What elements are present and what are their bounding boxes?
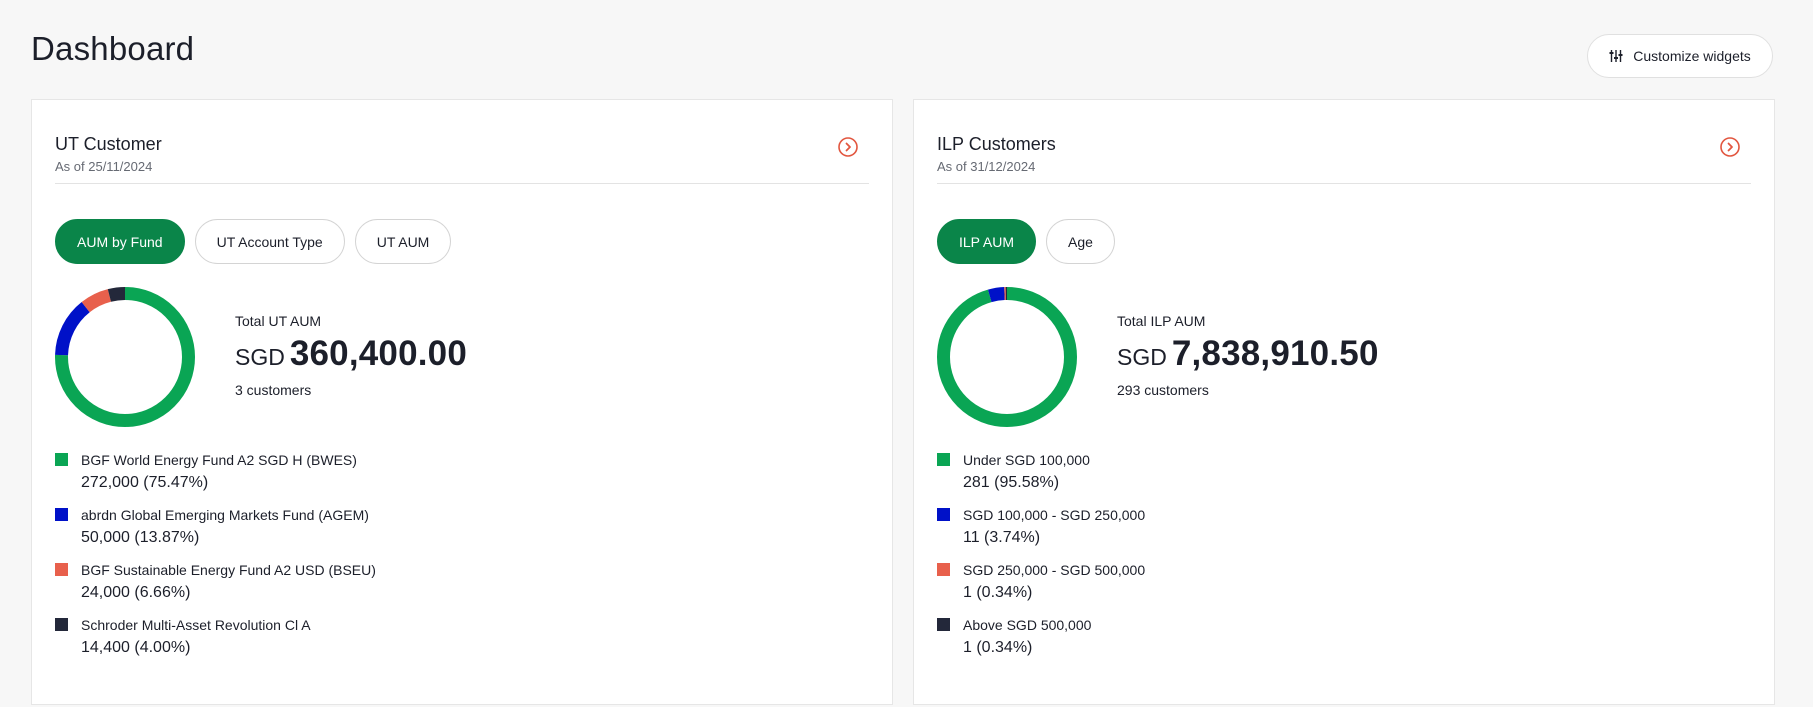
- legend-swatch: [937, 508, 950, 521]
- total-label: Total ILP AUM: [1117, 313, 1206, 329]
- legend-swatch: [55, 508, 68, 521]
- ut-customer-widget: UT Customer As of 25/11/2024 AUM by Fund…: [31, 99, 893, 705]
- ut-legend: BGF World Energy Fund A2 SGD H (BWES) 27…: [55, 451, 376, 671]
- legend-label: SGD 250,000 - SGD 500,000: [963, 562, 1146, 578]
- legend-swatch: [937, 563, 950, 576]
- legend-swatch: [937, 618, 950, 631]
- ilp-legend: Under SGD 100,000 281 (95.58%) SGD 100,0…: [937, 451, 1145, 671]
- tab-ut-aum[interactable]: UT AUM: [354, 219, 452, 264]
- legend-item: BGF Sustainable Energy Fund A2 USD (BSEU…: [55, 561, 376, 616]
- legend-swatch: [55, 453, 68, 466]
- ilp-summary: Total ILP AUM SGD 7,838,910.50 293 custo…: [1117, 313, 1379, 398]
- tab-age[interactable]: Age: [1046, 219, 1115, 264]
- legend-value: 14,400 (4.00%): [81, 639, 191, 656]
- legend-label: Above SGD 500,000: [963, 617, 1092, 633]
- legend-value: 50,000 (13.87%): [81, 529, 200, 546]
- legend-value: 11 (3.74%): [963, 529, 1041, 546]
- total-value: 7,838,910.50: [1171, 334, 1379, 373]
- currency-label: SGD: [1117, 344, 1167, 370]
- ut-summary: Total UT AUM SGD 360,400.00 3 customers: [235, 313, 467, 398]
- ilp-donut-chart: [937, 287, 1077, 427]
- total-label: Total UT AUM: [235, 313, 322, 329]
- legend-item: SGD 250,000 - SGD 500,000 1 (0.34%): [937, 561, 1145, 616]
- card-header: ILP Customers As of 31/12/2024: [937, 134, 1751, 184]
- ilp-customers-widget: ILP Customers As of 31/12/2024 ILP AUM A…: [913, 99, 1775, 705]
- legend-label: Under SGD 100,000: [963, 452, 1090, 468]
- sliders-icon: [1609, 50, 1623, 62]
- customize-widgets-label: Customize widgets: [1633, 48, 1751, 64]
- card-header: UT Customer As of 25/11/2024: [55, 134, 869, 184]
- ilp-tabs: ILP AUM Age: [937, 219, 1115, 264]
- currency-label: SGD: [235, 344, 285, 370]
- legend-item: Above SGD 500,000 1 (0.34%): [937, 616, 1145, 671]
- customer-count: 293 customers: [1117, 382, 1209, 398]
- legend-value: 272,000 (75.47%): [81, 474, 209, 491]
- chevron-right-circle-icon[interactable]: [837, 136, 859, 158]
- tab-aum-by-fund[interactable]: AUM by Fund: [55, 219, 185, 264]
- legend-label: BGF World Energy Fund A2 SGD H (BWES): [81, 452, 357, 468]
- tab-ut-account-type[interactable]: UT Account Type: [194, 219, 345, 264]
- card-title: UT Customer: [55, 134, 162, 154]
- card-title: ILP Customers: [937, 134, 1056, 154]
- legend-item: BGF World Energy Fund A2 SGD H (BWES) 27…: [55, 451, 376, 506]
- legend-swatch: [937, 453, 950, 466]
- legend-item: Under SGD 100,000 281 (95.58%): [937, 451, 1145, 506]
- legend-swatch: [55, 563, 68, 576]
- legend-item: SGD 100,000 - SGD 250,000 11 (3.74%): [937, 506, 1145, 561]
- ut-donut-chart: [55, 287, 195, 427]
- as-of-date: As of 25/11/2024: [55, 159, 153, 174]
- legend-swatch: [55, 618, 68, 631]
- donut-slice: [937, 287, 1077, 427]
- legend-label: Schroder Multi-Asset Revolution Cl A: [81, 617, 311, 633]
- as-of-date: As of 31/12/2024: [937, 159, 1036, 174]
- legend-value: 24,000 (6.66%): [81, 584, 191, 601]
- legend-value: 281 (95.58%): [963, 474, 1060, 491]
- legend-item: Schroder Multi-Asset Revolution Cl A 14,…: [55, 616, 376, 671]
- ut-tabs: AUM by Fund UT Account Type UT AUM: [55, 219, 452, 264]
- chevron-right-circle-icon[interactable]: [1719, 136, 1741, 158]
- total-value: 360,400.00: [289, 334, 468, 373]
- legend-value: 1 (0.34%): [963, 584, 1033, 601]
- legend-value: 1 (0.34%): [963, 639, 1033, 656]
- customize-widgets-button[interactable]: Customize widgets: [1587, 34, 1773, 78]
- customer-count: 3 customers: [235, 382, 312, 398]
- legend-label: abrdn Global Emerging Markets Fund (AGEM…: [81, 507, 369, 523]
- legend-label: BGF Sustainable Energy Fund A2 USD (BSEU…: [81, 562, 376, 578]
- page-title: Dashboard: [31, 30, 195, 67]
- legend-item: abrdn Global Emerging Markets Fund (AGEM…: [55, 506, 376, 561]
- tab-ilp-aum[interactable]: ILP AUM: [937, 219, 1036, 264]
- legend-label: SGD 100,000 - SGD 250,000: [963, 507, 1146, 523]
